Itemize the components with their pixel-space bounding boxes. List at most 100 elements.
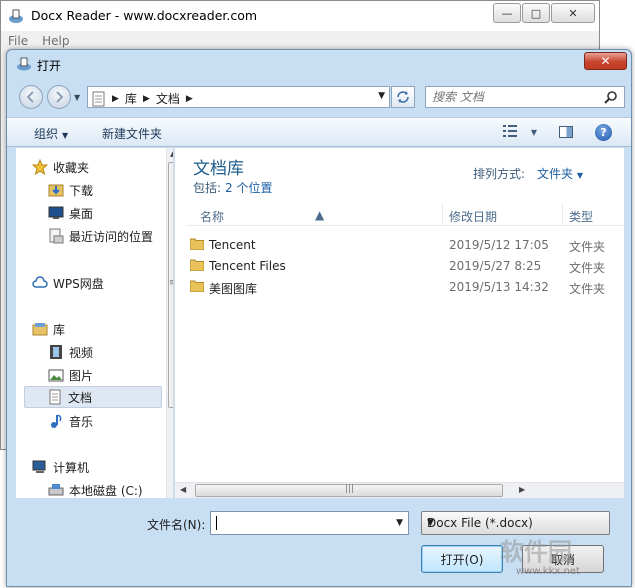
- change-view-button[interactable]: ▼: [503, 125, 537, 140]
- nav-computer[interactable]: 计算机: [32, 456, 173, 478]
- organize-button[interactable]: 组织 ▼: [34, 125, 68, 142]
- nav-label: 音乐: [69, 414, 94, 429]
- nav-desktop[interactable]: 桌面: [48, 202, 173, 224]
- nav-label: 下载: [69, 183, 94, 198]
- main-title-bar[interactable]: Docx Reader - www.docxreader.com — □ ✕: [1, 1, 599, 31]
- chevron-down-icon: ▼: [530, 128, 537, 137]
- search-icon[interactable]: [604, 90, 618, 104]
- dialog-close-button[interactable]: ✕: [584, 52, 627, 70]
- desktop-icon: [48, 205, 64, 221]
- breadcrumb-separator-icon[interactable]: ▶: [186, 94, 193, 104]
- file-date: 2019/5/13 14:32: [449, 280, 549, 294]
- close-icon: ✕: [568, 6, 578, 20]
- address-dropdown-icon[interactable]: ▼: [378, 91, 385, 101]
- nav-pane-scrollbar[interactable]: ▲ ≡: [166, 148, 173, 498]
- nav-label: 本地磁盘 (C:): [69, 483, 143, 498]
- close-icon: ✕: [600, 54, 611, 68]
- column-date-modified[interactable]: 修改日期: [449, 208, 497, 225]
- file-list-horizontal-scrollbar[interactable]: ◀ ||| ▶: [175, 482, 624, 498]
- refresh-button[interactable]: [391, 86, 415, 108]
- library-title: 文档库: [193, 159, 244, 179]
- back-arrow-icon: [26, 91, 34, 103]
- includes-locations-link[interactable]: 2 个位置: [225, 181, 272, 195]
- maximize-icon: □: [530, 6, 542, 20]
- forward-button[interactable]: [47, 85, 71, 109]
- includes-label: 包括:: [193, 181, 222, 195]
- nav-downloads[interactable]: 下载: [48, 179, 173, 201]
- document-icon: [47, 389, 63, 405]
- nav-videos[interactable]: 视频: [48, 341, 173, 363]
- dialog-app-icon: [17, 57, 31, 71]
- help-icon[interactable]: ?: [595, 124, 612, 141]
- back-button[interactable]: [19, 85, 43, 109]
- main-menu-bar: File Help: [8, 31, 69, 51]
- nav-label: 最近访问的位置: [69, 229, 154, 244]
- arrange-value: 文件夹: [537, 167, 574, 181]
- menu-help[interactable]: Help: [42, 34, 69, 48]
- breadcrumb-library[interactable]: 库: [125, 90, 137, 107]
- nav-pictures[interactable]: 图片: [48, 364, 173, 386]
- nav-wps-cloud[interactable]: WPS网盘: [32, 272, 173, 294]
- nav-label: WPS网盘: [53, 276, 104, 291]
- star-icon: [32, 159, 48, 175]
- breadcrumb-documents[interactable]: 文档: [156, 90, 180, 107]
- nav-local-disk-c[interactable]: 本地磁盘 (C:): [48, 479, 173, 498]
- nav-music[interactable]: 音乐: [48, 410, 173, 432]
- minimize-button[interactable]: —: [493, 3, 521, 23]
- chevron-down-icon: ▼: [62, 131, 69, 140]
- recent-pages-chevron-icon[interactable]: ▼: [74, 93, 80, 102]
- computer-icon: [32, 459, 48, 475]
- address-row: ▼ ▶ 库 ▶ 文档 ▶ ▼: [7, 80, 631, 112]
- open-dialog: 打开 ✕ ▼ ▶ 库 ▶ 文档 ▶ ▼ 搜索 文档 组织 ▼ 新建文件夹 ▼ ?…: [6, 49, 632, 587]
- file-date: 2019/5/12 17:05: [449, 238, 549, 252]
- watermark-url: www.kkx.net: [516, 566, 580, 577]
- filename-input[interactable]: [215, 515, 385, 531]
- filename-combobox[interactable]: ▼: [210, 511, 409, 535]
- scroll-up-icon[interactable]: ▲: [170, 150, 173, 158]
- app-icon: [9, 9, 23, 23]
- file-row[interactable]: 美图图库 2019/5/13 14:32 文件夹: [187, 277, 624, 298]
- arrange-by-dropdown[interactable]: 文件夹 ▼: [537, 167, 583, 181]
- dialog-title-bar[interactable]: 打开 ✕: [7, 50, 631, 78]
- menu-file[interactable]: File: [8, 34, 28, 48]
- chevron-down-icon: ▼: [576, 171, 584, 180]
- open-button[interactable]: 打开(O): [421, 545, 503, 573]
- nav-favorites[interactable]: 收藏夹: [32, 156, 173, 178]
- nav-label: 库: [53, 322, 66, 337]
- file-row[interactable]: Tencent 2019/5/12 17:05 文件夹: [187, 235, 624, 256]
- maximize-button[interactable]: □: [522, 3, 550, 23]
- scroll-left-icon[interactable]: ◀: [180, 485, 186, 494]
- column-name[interactable]: 名称: [200, 208, 224, 225]
- filename-dropdown-icon[interactable]: ▼: [396, 518, 403, 528]
- chevron-down-icon: ▼: [427, 518, 434, 528]
- address-bar[interactable]: ▶ 库 ▶ 文档 ▶ ▼: [87, 86, 390, 108]
- nav-label: 视频: [69, 345, 94, 360]
- new-folder-button[interactable]: 新建文件夹: [102, 125, 162, 142]
- nav-recent-places[interactable]: 最近访问的位置: [48, 225, 173, 247]
- scroll-right-icon[interactable]: ▶: [519, 485, 525, 494]
- column-separator[interactable]: [562, 204, 563, 226]
- arrange-by: 排列方式: 文件夹 ▼: [473, 165, 583, 182]
- search-input[interactable]: [432, 89, 592, 105]
- column-type[interactable]: 类型: [569, 208, 593, 225]
- refresh-icon: [397, 91, 409, 103]
- nav-label: 图片: [69, 368, 94, 383]
- column-separator[interactable]: [442, 204, 443, 226]
- file-type: 文件夹: [569, 282, 606, 296]
- breadcrumb-separator-icon[interactable]: ▶: [112, 94, 119, 104]
- nav-label: 计算机: [53, 460, 90, 475]
- downloads-folder-icon: [48, 182, 64, 198]
- main-close-button[interactable]: ✕: [551, 3, 595, 23]
- file-name: 美图图库: [209, 282, 258, 296]
- nav-libraries[interactable]: 库: [32, 318, 173, 340]
- file-row[interactable]: Tencent Files 2019/5/27 8:25 文件夹: [187, 256, 624, 277]
- search-box[interactable]: [425, 86, 625, 108]
- preview-pane-icon[interactable]: [559, 126, 573, 138]
- nav-documents[interactable]: 文档: [24, 386, 162, 408]
- watermark-text: 软件园: [500, 538, 572, 566]
- breadcrumb-separator-icon[interactable]: ▶: [143, 94, 150, 104]
- file-type: 文件夹: [569, 261, 606, 275]
- libraries-icon: [32, 321, 48, 337]
- command-bar: 组织 ▼ 新建文件夹 ▼ ?: [7, 117, 631, 147]
- file-date: 2019/5/27 8:25: [449, 259, 542, 273]
